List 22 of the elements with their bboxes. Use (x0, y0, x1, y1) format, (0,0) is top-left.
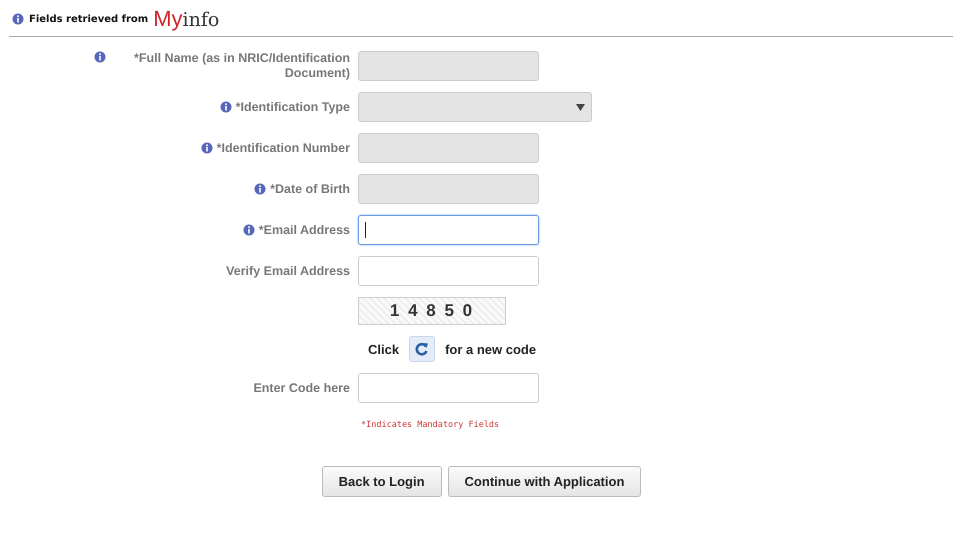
input-field[interactable] (358, 373, 539, 403)
input-field[interactable] (358, 256, 539, 286)
captcha-image: 1 4 8 5 0 (358, 297, 506, 325)
field-label: *Email Address (258, 222, 350, 238)
dropdown-arrow-icon (576, 104, 585, 110)
form-button[interactable]: Back to Login (322, 466, 442, 497)
refresh-hint: Click (368, 342, 400, 356)
field-label: Verify Email Address (226, 264, 350, 278)
refresh-hint: for a new code (445, 342, 536, 356)
refresh-icon (415, 342, 430, 356)
myinfo-logo: Myinfo (153, 8, 220, 30)
field-label: *Date of Birth (270, 182, 350, 196)
field-label: *Identification Number (216, 140, 350, 156)
field-label: Enter Code here (253, 380, 350, 396)
header-text: Fields retrieved from (29, 14, 148, 24)
input-field[interactable] (358, 215, 539, 245)
field-label: *Identification Type (236, 100, 350, 114)
field-label: *Full Name (as in NRIC/Identification Document) (133, 51, 350, 81)
form-button[interactable]: Continue with Application (448, 466, 642, 497)
info-icon (12, 13, 24, 25)
refresh-button[interactable] (409, 336, 436, 362)
mandatory-note: *Indicates Mandatory Fields (361, 420, 500, 430)
